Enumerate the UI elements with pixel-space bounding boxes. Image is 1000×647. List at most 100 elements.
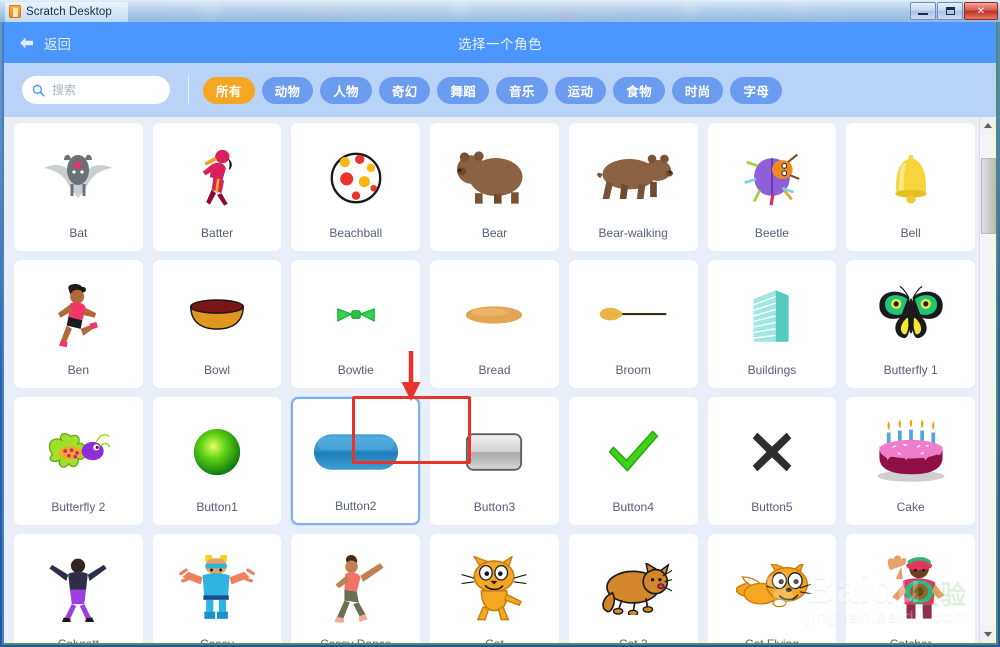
- window-titlebar: Scratch Desktop ✕: [0, 0, 1000, 22]
- sprite-card-bowl[interactable]: Bowl: [152, 260, 282, 388]
- scratch-app-icon: [9, 5, 21, 18]
- sprite-card-butterfly-1[interactable]: Butterfly 1: [846, 260, 975, 388]
- sprite-card-cake[interactable]: Cake: [846, 397, 975, 525]
- category-tag-6[interactable]: 运动: [554, 76, 607, 104]
- sprite-card-beachball[interactable]: Beachball: [291, 123, 421, 251]
- category-tag-7[interactable]: 食物: [613, 76, 665, 104]
- sprite-card-label: Cassy Dance: [320, 637, 391, 643]
- sprite-card-cat[interactable]: Cat: [430, 534, 559, 643]
- sprite-card-label: Buildings: [747, 363, 797, 378]
- minimize-button[interactable]: [910, 2, 936, 20]
- maximize-button[interactable]: [937, 2, 963, 20]
- sprite-card-bear[interactable]: Bear: [430, 123, 559, 251]
- scratch-desktop-window: Scratch Desktop ✕ 返回 选择一个角色 搜索 所有 动物 人物 …: [0, 0, 1000, 647]
- cassy-dance-thumbnail: [296, 542, 415, 636]
- sprite-card-button4[interactable]: Button4: [568, 397, 698, 525]
- sprite-card-label: Butterfly 1: [883, 363, 938, 378]
- sprite-card-beetle[interactable]: Beetle: [707, 123, 837, 251]
- ben-thumbnail: [19, 268, 138, 362]
- beachball-thumbnail: [296, 131, 415, 225]
- sprite-card-buildings[interactable]: Buildings: [707, 260, 837, 388]
- page-title: 选择一个角色: [458, 36, 542, 52]
- category-tag-1[interactable]: 动物: [261, 76, 314, 104]
- search-icon: [32, 84, 45, 97]
- scroll-up-button[interactable]: [979, 117, 996, 134]
- sprite-card-button5[interactable]: Button5: [707, 397, 837, 525]
- sprite-card-bat[interactable]: Bat: [14, 123, 143, 251]
- sprite-grid-scroll[interactable]: Bat Batter Beachball Bear Bear-walking B…: [4, 117, 979, 643]
- sprite-card-bowtie[interactable]: Bowtie: [291, 260, 421, 388]
- category-tag-8[interactable]: 时尚: [671, 76, 724, 104]
- sprite-card-label: Bat: [69, 226, 88, 241]
- sprite-card-broom[interactable]: Broom: [568, 260, 698, 388]
- maximize-icon: [945, 7, 955, 15]
- scroll-thumb[interactable]: [980, 158, 996, 234]
- sprite-card-label: Casey: [200, 637, 234, 643]
- sprite-card-casey[interactable]: Casey: [152, 534, 282, 643]
- sprite-card-butterfly-2[interactable]: Butterfly 2: [14, 397, 143, 525]
- titlebar-left: Scratch Desktop: [5, 1, 128, 22]
- button3-thumbnail: [435, 405, 554, 499]
- broom-thumbnail: [574, 268, 693, 362]
- bowl-thumbnail: [158, 268, 277, 362]
- sprite-card-button2[interactable]: Button2: [291, 397, 421, 525]
- close-button[interactable]: ✕: [964, 2, 998, 20]
- cat-2-thumbnail: [574, 542, 693, 636]
- sprite-card-button1[interactable]: Button1: [152, 397, 282, 525]
- category-tag-3[interactable]: 奇幻: [378, 76, 431, 104]
- sprite-card-label: Cat: [485, 637, 504, 643]
- casey-thumbnail: [158, 542, 277, 636]
- sprite-card-label: Button5: [751, 500, 793, 515]
- button2-thumbnail: [297, 406, 414, 498]
- sprite-card-ben[interactable]: Ben: [14, 260, 143, 388]
- sprite-card-catcher[interactable]: Catcher: [846, 534, 975, 643]
- category-tag-2[interactable]: 人物: [320, 76, 372, 104]
- sprite-card-label: Button1: [196, 500, 238, 515]
- scroll-down-button[interactable]: [979, 626, 996, 643]
- sprite-grid-area: Bat Batter Beachball Bear Bear-walking B…: [4, 117, 996, 643]
- sprite-card-label: Cake: [896, 500, 925, 515]
- sprite-card-cat-flying[interactable]: Cat Flying: [707, 534, 837, 643]
- sprite-card-label: Bowl: [204, 363, 231, 378]
- sprite-card-batter[interactable]: Batter: [152, 123, 282, 251]
- sprite-card-cat-2[interactable]: Cat 2: [568, 534, 698, 643]
- sprite-card-label: Bread: [478, 363, 511, 378]
- calvrett-thumbnail: [19, 542, 138, 636]
- sprite-card-cassy-dance[interactable]: Cassy Dance: [291, 534, 421, 643]
- sprite-card-button3[interactable]: Button3: [430, 397, 559, 525]
- bell-thumbnail: [851, 131, 970, 225]
- category-tag-5[interactable]: 音乐: [496, 76, 548, 104]
- window-title: Scratch Desktop: [26, 5, 112, 18]
- button1-thumbnail: [158, 405, 277, 499]
- close-icon: ✕: [976, 5, 986, 17]
- search-box[interactable]: [22, 76, 170, 104]
- sprite-card-label: Bowtie: [337, 363, 374, 378]
- sprite-card-bread[interactable]: Bread: [430, 260, 559, 388]
- caret-up-icon: [984, 123, 992, 128]
- sprite-card-label: Button3: [473, 500, 516, 515]
- sprite-card-calvrett[interactable]: Calvrett: [14, 534, 143, 643]
- scroll-track[interactable]: [979, 134, 996, 626]
- filter-bar: 所有动物人物奇幻舞蹈音乐运动食物时尚字母: [4, 63, 996, 117]
- cake-thumbnail: [851, 405, 970, 499]
- search-input[interactable]: [52, 83, 160, 97]
- sprite-card-label: Beachball: [329, 226, 383, 241]
- bear-walking-thumbnail: [574, 131, 693, 225]
- batter-thumbnail: [158, 131, 277, 225]
- category-tag-0[interactable]: 所有: [203, 76, 255, 104]
- sprite-card-label: Broom: [615, 363, 651, 378]
- sprite-card-label: Ben: [67, 363, 90, 378]
- category-tag-4[interactable]: 舞蹈: [437, 76, 490, 104]
- bread-thumbnail: [435, 268, 554, 362]
- sprite-card-bell[interactable]: Bell: [846, 123, 975, 251]
- sprite-card-bear-walking[interactable]: Bear-walking: [568, 123, 698, 251]
- vertical-scrollbar[interactable]: [979, 117, 996, 643]
- beetle-thumbnail: [713, 131, 832, 225]
- filter-divider: [188, 75, 189, 105]
- buildings-thumbnail: [713, 268, 832, 362]
- sprite-card-label: Bear-walking: [598, 226, 668, 241]
- minimize-icon: [918, 12, 928, 15]
- sprite-card-label: Cat Flying: [745, 637, 799, 643]
- category-tag-9[interactable]: 字母: [730, 76, 783, 104]
- butterfly-1-thumbnail: [851, 268, 970, 362]
